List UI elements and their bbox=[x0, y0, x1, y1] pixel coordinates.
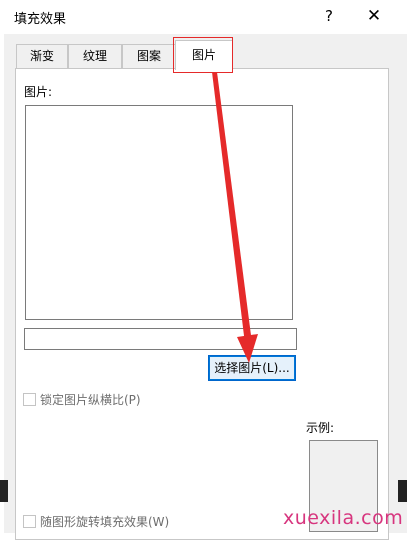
close-button[interactable]: ✕ bbox=[361, 4, 387, 28]
tab-gradient[interactable]: 渐变 bbox=[16, 44, 68, 68]
picture-preview bbox=[25, 105, 293, 320]
rotate-with-shape-option[interactable]: 随图形旋转填充效果(W) bbox=[23, 513, 169, 530]
title-bar: 填充效果 ? ✕ bbox=[0, 0, 407, 34]
tab-texture[interactable]: 纹理 bbox=[68, 44, 122, 68]
rotate-with-shape-checkbox[interactable] bbox=[23, 515, 36, 528]
tab-pattern[interactable]: 图案 bbox=[122, 44, 176, 68]
lock-aspect-checkbox[interactable] bbox=[23, 393, 36, 406]
rotate-with-shape-label: 随图形旋转填充效果(W) bbox=[40, 515, 170, 529]
background-edge-right bbox=[398, 480, 407, 502]
picture-label: 图片: bbox=[24, 85, 53, 99]
help-button[interactable]: ? bbox=[318, 4, 340, 28]
lock-aspect-label: 锁定图片纵横比(P) bbox=[40, 393, 141, 407]
watermark: xuexila.com bbox=[283, 507, 404, 529]
tab-picture[interactable]: 图片 bbox=[175, 40, 233, 70]
sample-label: 示例: bbox=[306, 421, 335, 435]
window-title: 填充效果 bbox=[14, 12, 67, 27]
picture-path-field[interactable] bbox=[24, 328, 297, 350]
lock-aspect-option[interactable]: 锁定图片纵横比(P) bbox=[23, 391, 141, 408]
select-picture-button[interactable]: 选择图片(L)... bbox=[208, 355, 296, 381]
background-edge-left bbox=[0, 480, 8, 502]
